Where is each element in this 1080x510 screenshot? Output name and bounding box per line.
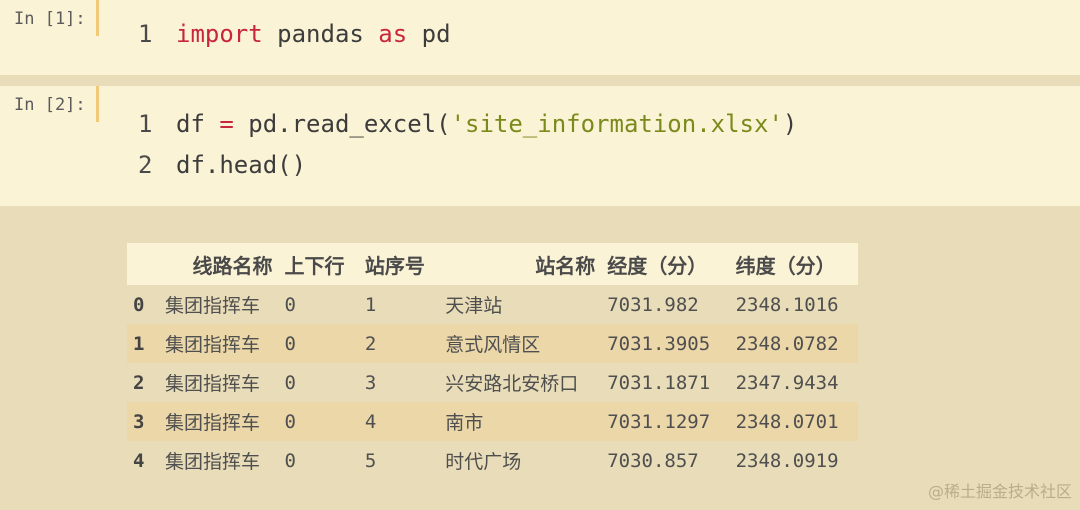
code-token: ) (782, 110, 798, 138)
table-cell: 集团指挥车 (165, 295, 261, 317)
table-cell: 2348.0782 (735, 332, 839, 355)
table-row: 0 集团指挥车 0 1 天津站 7031.982 2348.1016 (127, 285, 858, 324)
table-cell: 7030.857 (607, 449, 699, 472)
table-cell: 7031.1871 (607, 371, 711, 394)
code-token: df (176, 110, 220, 138)
code-line[interactable]: 1 df = pd.read_excel('site_information.xl… (138, 110, 797, 138)
table-cell: 集团指挥车 (165, 373, 261, 395)
table-row: 2 集团指挥车 0 3 兴安路北安桥口 7031.1871 2347.9434 (127, 363, 858, 402)
row-index: 4 (133, 449, 145, 472)
table-cell: 5 (364, 449, 377, 472)
table-row: 3 集团指挥车 0 4 南市 7031.1297 2348.0701 (127, 402, 858, 441)
table-cell: 2 (364, 332, 377, 355)
table-cell: 意式风情区 (445, 334, 541, 356)
table-cell: 0 (284, 449, 296, 472)
line-number: 1 (138, 20, 153, 48)
table-cell: 兴安路北安桥口 (445, 373, 579, 395)
table-cell: 0 (284, 371, 296, 394)
code-line[interactable]: 2 df.head() (138, 151, 306, 179)
table-cell: 2348.0919 (735, 449, 839, 472)
dataframe-table: 线路名称 上下行 站序号 站名称 经度（分） 纬度（分） 0 集团指挥车 0 1 天津站… (127, 243, 858, 480)
line-number: 1 (138, 110, 153, 138)
table-cell: 0 (284, 410, 296, 433)
column-header: 站序号 (364, 253, 425, 278)
table-cell: 2348.0701 (735, 410, 839, 433)
code-token: df.head() (176, 151, 307, 179)
table-cell: 2347.9434 (735, 371, 839, 394)
table-cell: 集团指挥车 (165, 451, 261, 473)
column-header: 纬度（分） (735, 253, 836, 278)
table-cell: 7031.3905 (607, 332, 711, 355)
column-header: 线路名称 (192, 253, 273, 278)
cell-selection-bar (96, 0, 99, 36)
table-cell: 集团指挥车 (165, 334, 261, 356)
table-cell: 2348.1016 (735, 293, 839, 316)
column-header: 上下行 (284, 253, 345, 278)
code-line[interactable]: 1 import pandas as pd (138, 20, 451, 48)
row-index: 0 (133, 293, 145, 316)
table-cell: 南市 (445, 412, 484, 434)
code-token: import (176, 20, 263, 48)
cell-prompt: In [2]: (14, 95, 86, 115)
table-cell: 4 (364, 410, 377, 433)
cell-selection-bar (96, 86, 99, 122)
table-cell: 3 (364, 371, 377, 394)
line-number: 2 (138, 151, 153, 179)
table-cell: 0 (284, 293, 296, 316)
code-cell-2[interactable]: In [2]: 1 df = pd.read_excel('site_inform… (0, 86, 1080, 206)
table-cell: 7031.1297 (607, 410, 711, 433)
table-cell: 1 (364, 293, 377, 316)
cell-prompt: In [1]: (14, 9, 86, 29)
watermark: @稀土掘金技术社区 (927, 482, 1072, 501)
index-header (127, 243, 159, 285)
table-cell: 集团指挥车 (165, 412, 261, 434)
code-token: 'site_information.xlsx' (450, 110, 783, 138)
code-token: as (378, 20, 408, 48)
row-index: 1 (133, 332, 145, 355)
code-cell-1[interactable]: In [1]: 1 import pandas as pd (0, 0, 1080, 75)
column-header: 站名称 (535, 253, 596, 278)
dataframe-output: 线路名称 上下行 站序号 站名称 经度（分） 纬度（分） 0 集团指挥车 0 1 天津站… (127, 243, 858, 480)
row-index: 2 (133, 371, 145, 394)
table-cell: 时代广场 (445, 451, 522, 473)
table-cell: 0 (284, 332, 296, 355)
code-token: pd (407, 20, 451, 48)
table-row: 4 集团指挥车 0 5 时代广场 7030.857 2348.0919 (127, 441, 858, 480)
code-token: = (219, 110, 234, 138)
row-index: 3 (133, 410, 145, 433)
code-token: pandas (262, 20, 379, 48)
column-header: 经度（分） (607, 253, 708, 278)
table-cell: 7031.982 (607, 293, 699, 316)
table-header-row: 线路名称 上下行 站序号 站名称 经度（分） 纬度（分） (127, 243, 858, 285)
table-cell: 天津站 (445, 295, 503, 317)
code-token: pd.read_excel( (233, 110, 451, 138)
table-row: 1 集团指挥车 0 2 意式风情区 7031.3905 2348.0782 (127, 324, 858, 363)
